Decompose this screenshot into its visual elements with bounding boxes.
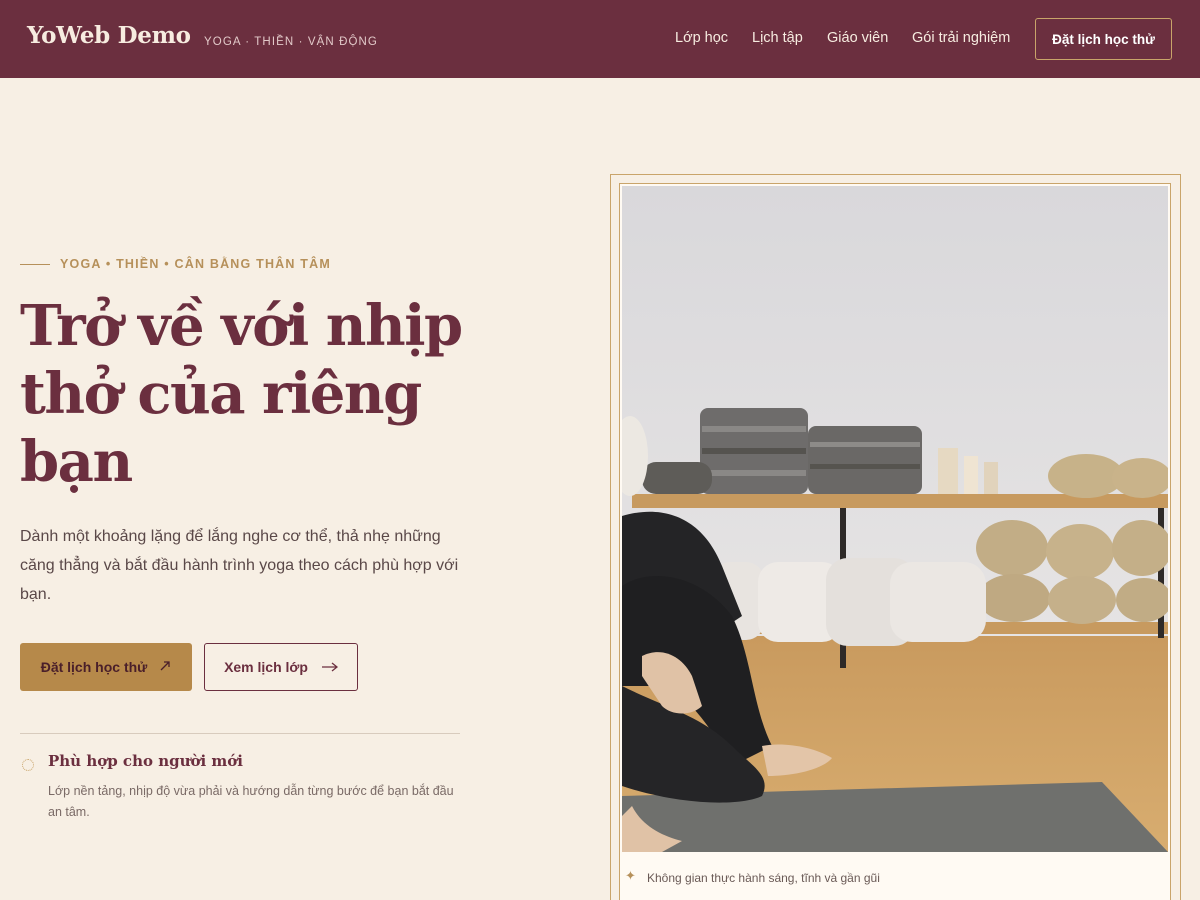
image-caption: Không gian thực hành sáng, tĩnh và gần g…	[647, 871, 880, 885]
nav-link-trial-packages[interactable]: Gói trải nghiệm	[912, 30, 1010, 46]
view-schedule-button[interactable]: Xem lịch lớp	[204, 643, 358, 691]
right-arrow-icon	[321, 659, 338, 675]
nav-link-schedule[interactable]: Lịch tập	[752, 30, 803, 46]
section-divider	[20, 733, 460, 734]
brand-tagline: YOGA · THIỀN · VẬN ĐỘNG	[204, 36, 378, 48]
feature-description: Lớp nền tảng, nhịp độ vừa phải và hướng …	[48, 784, 454, 819]
diagonal-arrow-icon	[159, 659, 171, 675]
nav-link-teachers[interactable]: Giáo viên	[827, 30, 888, 46]
book-trial-header-button[interactable]: Đặt lịch học thử	[1035, 18, 1172, 60]
eyebrow-divider	[20, 264, 50, 265]
view-schedule-button-label: Xem lịch lớp	[224, 659, 308, 675]
brand-logo[interactable]: YoWeb Demo	[27, 22, 191, 49]
yoga-studio-photo	[622, 186, 1168, 852]
nav-link-classes[interactable]: Lớp học	[675, 30, 728, 46]
sparkle-icon: ✦	[625, 868, 636, 883]
top-navigation-bar: YoWeb Demo YOGA · THIỀN · VẬN ĐỘNG Lớp h…	[0, 0, 1200, 78]
book-trial-button-label: Đặt lịch học thử	[40, 659, 148, 675]
hero-eyebrow: YOGA • THIỀN • CÂN BẰNG THÂN TÂM	[60, 257, 331, 271]
hero-title: Trở về với nhịp thở của riêng bạn	[20, 293, 463, 495]
dotted-circle-icon	[22, 759, 34, 771]
feature-title: Phù hợp cho người mới	[48, 752, 243, 770]
book-trial-button[interactable]: Đặt lịch học thử	[20, 643, 192, 691]
hero-description: Dành một khoảng lặng để lắng nghe cơ thể…	[20, 528, 459, 603]
